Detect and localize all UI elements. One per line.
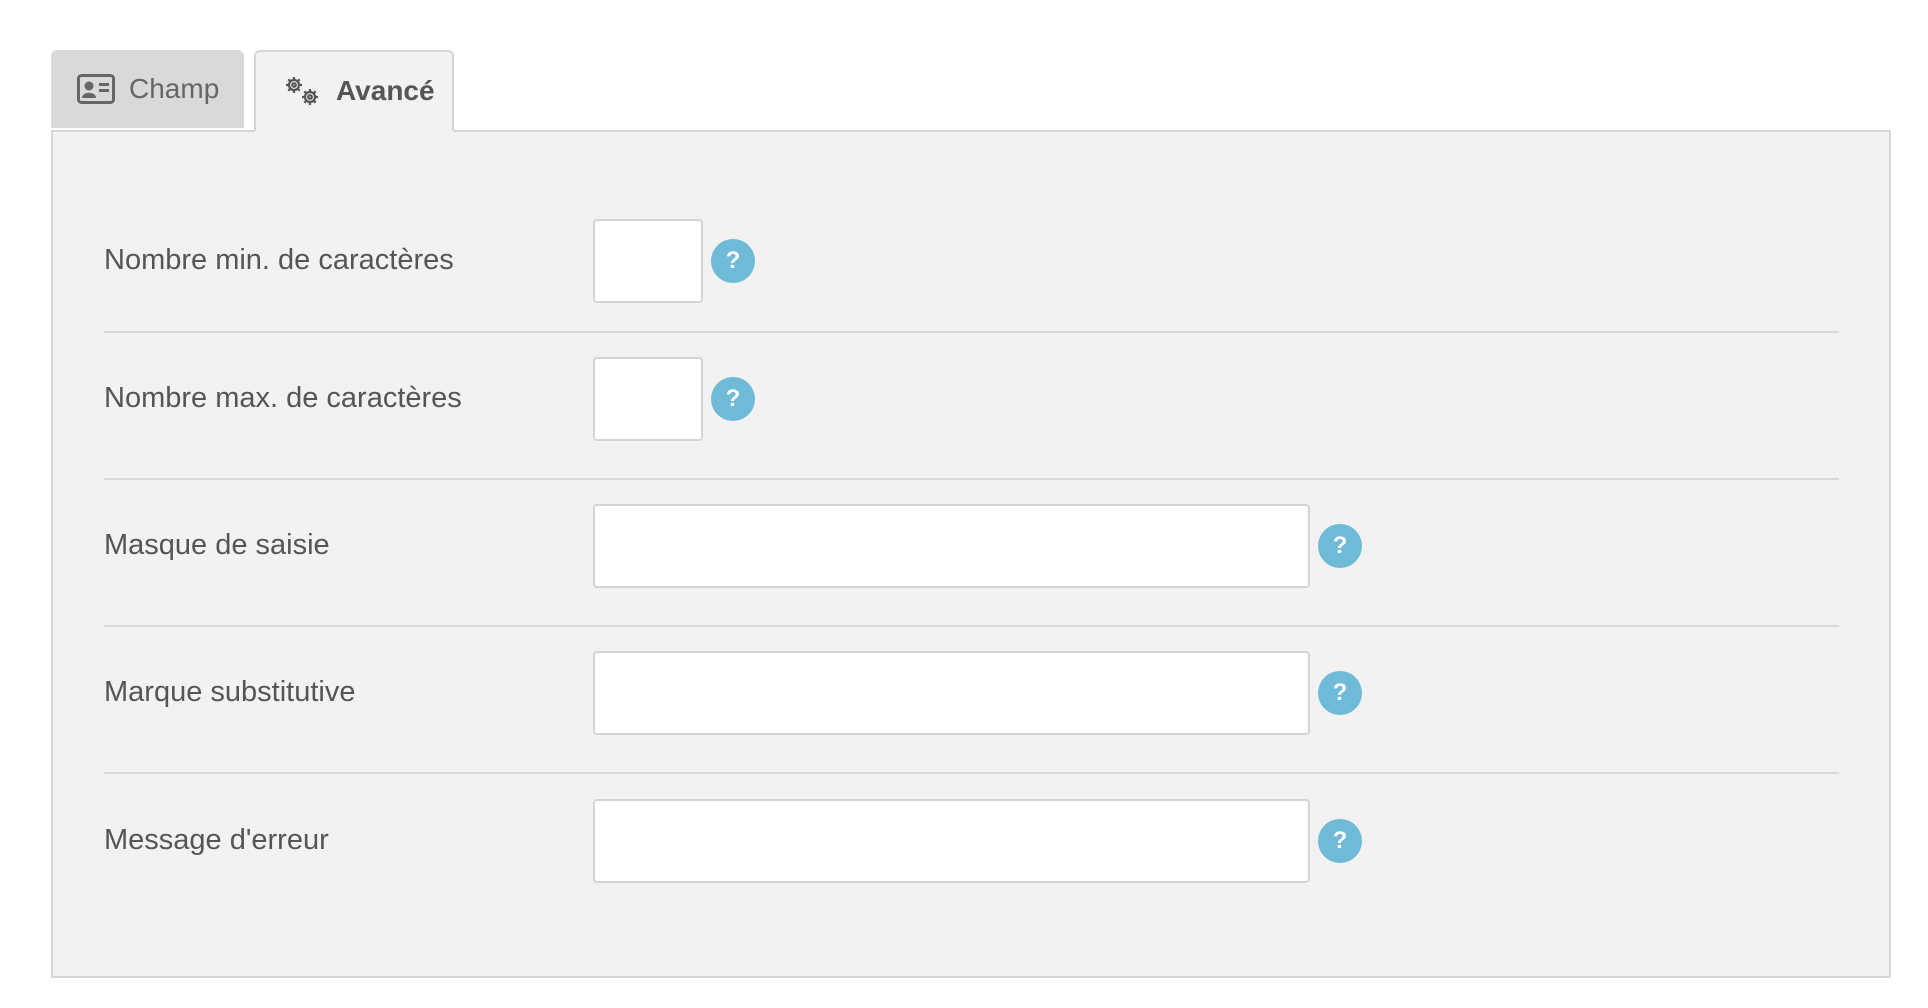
tab-avance-label: Avancé [336, 75, 435, 106]
input-mask-help-icon[interactable]: ? [1318, 523, 1362, 568]
field-row-error-message: Message d'erreur ? [104, 774, 1839, 921]
max-chars-input[interactable] [593, 356, 703, 441]
advanced-panel: Nombre min. de caractères ? Nombre max. … [51, 130, 1891, 978]
error-message-label: Message d'erreur [104, 824, 329, 856]
tab-champ[interactable]: Champ [51, 50, 244, 128]
min-chars-label: Nombre min. de caractères [104, 244, 454, 276]
min-chars-input[interactable] [593, 218, 703, 303]
tab-champ-label: Champ [129, 73, 220, 104]
field-settings: Champ Avancé Nombre min. de caractères ?… [51, 50, 1891, 978]
error-message-input[interactable] [593, 798, 1310, 883]
id-card-icon [77, 69, 115, 109]
input-mask-label: Masque de saisie [104, 529, 330, 561]
tab-avance[interactable]: Avancé [254, 50, 454, 132]
gears-icon [282, 71, 322, 111]
field-row-input-mask: Masque de saisie ? [104, 480, 1839, 627]
placeholder-help-icon[interactable]: ? [1318, 670, 1362, 715]
field-row-min-chars: Nombre min. de caractères ? [104, 206, 1839, 333]
placeholder-label: Marque substitutive [104, 676, 356, 708]
field-row-max-chars: Nombre max. de caractères ? [104, 333, 1839, 480]
placeholder-input[interactable] [593, 650, 1310, 735]
max-chars-label: Nombre max. de caractères [104, 382, 462, 414]
error-message-help-icon[interactable]: ? [1318, 818, 1362, 863]
input-mask-input[interactable] [593, 503, 1310, 588]
min-chars-help-icon[interactable]: ? [711, 238, 755, 283]
field-row-placeholder: Marque substitutive ? [104, 627, 1839, 774]
tab-bar: Champ Avancé [51, 50, 1891, 132]
max-chars-help-icon[interactable]: ? [711, 376, 755, 421]
